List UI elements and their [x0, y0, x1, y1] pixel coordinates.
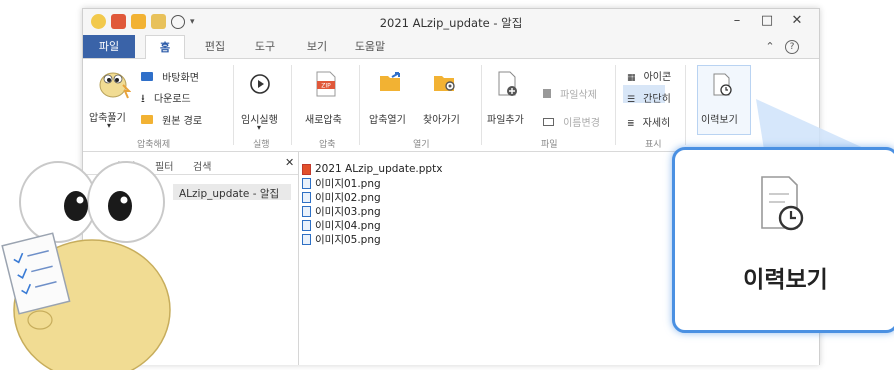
tab-edit[interactable]: 편집 — [195, 35, 235, 58]
png-file-icon — [302, 177, 311, 189]
desktop-label: 바탕화면 — [162, 73, 199, 84]
delete-file-label: 파일삭제 — [560, 90, 597, 101]
title-bar: ▾ 2021 ALzip_update - 알집 – □ ✕ — [83, 9, 819, 35]
pptx-file-icon — [302, 163, 311, 175]
source-folder-icon — [141, 115, 153, 124]
add-file-button[interactable] — [497, 71, 519, 101]
rename-label: 이름변경 — [563, 118, 600, 129]
icon-view-label: 아이콘 — [643, 72, 672, 83]
file-name: 이미지01.png — [315, 177, 381, 190]
minimize-button[interactable]: – — [727, 13, 747, 28]
file-name: 이미지04.png — [315, 219, 381, 232]
desktop-button[interactable]: 바탕화면 — [141, 66, 199, 85]
ribbon-tabs: 파일 홈 편집 도구 보기 도움말 ⌃ ? — [83, 35, 819, 60]
extract-mascot-icon — [99, 72, 132, 99]
temp-run-dropdown-icon[interactable]: ▾ — [257, 123, 261, 132]
open-folder-arrow-icon — [380, 72, 400, 91]
png-file-icon — [302, 233, 311, 245]
group-extract-label: 압축해제 — [137, 140, 171, 150]
file-name: 이미지05.png — [315, 233, 381, 246]
folder-search-icon — [434, 76, 455, 91]
icon-view-button[interactable]: ▦ 아이콘 — [627, 65, 671, 84]
group-run-label: 실행 — [253, 140, 270, 150]
rename-icon — [543, 117, 554, 126]
rename-button[interactable]: 이름변경 — [543, 111, 600, 130]
maximize-button[interactable]: □ — [757, 13, 777, 28]
history-icon — [713, 73, 732, 96]
png-file-icon — [302, 219, 311, 231]
file-row[interactable]: 이미지01.png — [302, 176, 442, 190]
play-circle-icon — [250, 74, 270, 94]
simple-view-item: ☰ 간단히 — [627, 87, 671, 106]
temp-run-button[interactable] — [249, 73, 271, 99]
open-zip-label[interactable]: 압축열기 — [369, 111, 406, 126]
delete-file-button[interactable]: 파일삭제 — [543, 83, 597, 102]
tab-tools[interactable]: 도구 — [245, 35, 285, 58]
find-label[interactable]: 찾아가기 — [423, 111, 460, 126]
new-zip-label[interactable]: 새로압축 — [305, 111, 342, 126]
file-name: 2021 ALzip_update.pptx — [315, 163, 443, 175]
file-row[interactable]: 이미지04.png — [302, 218, 442, 232]
file-row[interactable]: 2021 ALzip_update.pptx — [302, 162, 442, 176]
extract-button[interactable] — [95, 65, 132, 99]
history-label: 이력보기 — [701, 115, 738, 126]
find-button[interactable] — [433, 71, 457, 97]
zip-file-icon: ZIP — [316, 71, 336, 97]
add-file-icon — [498, 71, 517, 96]
ribbon-separator — [481, 65, 482, 145]
group-view-label: 표시 — [645, 140, 662, 150]
download-icon: ⭳ — [141, 92, 145, 105]
close-button[interactable]: ✕ — [787, 13, 807, 28]
tab-file[interactable]: 파일 — [83, 35, 135, 58]
file-name: 이미지03.png — [315, 205, 381, 218]
window-title: 2021 ALzip_update - 알집 — [379, 16, 523, 30]
file-name: 이미지02.png — [315, 191, 381, 204]
help-icon[interactable]: ? — [785, 40, 799, 54]
new-zip-button[interactable]: ZIP — [315, 71, 337, 101]
tab-view[interactable]: 보기 — [297, 35, 337, 58]
source-path-label: 원본 경로 — [162, 116, 203, 127]
collapse-ribbon-icon[interactable]: ⌃ — [763, 35, 777, 58]
file-row[interactable]: 이미지03.png — [302, 204, 442, 218]
ribbon-separator — [615, 65, 616, 145]
group-open-label: 열기 — [413, 140, 430, 150]
ribbon: 압축풀기 ▾ 바탕화면 ⭳ 다운로드 원본 경로 압축해제 임시실행 ▾ 실행 — [83, 59, 819, 152]
extract-dropdown-icon[interactable]: ▾ — [107, 121, 111, 130]
pane-close-button[interactable]: ✕ — [285, 156, 294, 169]
monitor-icon — [141, 72, 153, 81]
ribbon-separator — [359, 65, 360, 145]
download-label: 다운로드 — [153, 94, 191, 105]
list-icon: ☰ — [627, 95, 636, 105]
tab-help[interactable]: 도움말 — [345, 35, 395, 58]
source-path-button[interactable]: 원본 경로 — [141, 109, 202, 128]
trash-icon — [543, 89, 551, 98]
history-large-icon — [761, 176, 804, 231]
ribbon-separator — [291, 65, 292, 145]
history-zoom-label: 이력보기 — [743, 267, 828, 293]
details-icon: ≣ — [627, 119, 635, 129]
ribbon-separator — [685, 65, 686, 145]
tab-home[interactable]: 홈 — [145, 35, 185, 60]
simple-view-label: 간단히 — [643, 94, 671, 105]
png-file-icon — [302, 205, 311, 217]
file-row[interactable]: 이미지05.png — [302, 232, 442, 246]
detail-view-button[interactable]: ≣ 자세히 — [627, 111, 670, 130]
alzip-mascot-icon — [1, 161, 171, 370]
ribbon-separator — [233, 65, 234, 145]
png-file-icon — [302, 191, 311, 203]
open-zip-button[interactable] — [379, 71, 403, 97]
file-list: 2021 ALzip_update.pptx 이미지01.png 이미지02.p… — [302, 162, 442, 246]
history-zoom-callout: 이력보기 — [672, 147, 894, 333]
file-row[interactable]: 이미지02.png — [302, 190, 442, 204]
grid-icon: ▦ — [627, 73, 636, 83]
group-file-label: 파일 — [541, 140, 558, 150]
download-button[interactable]: ⭳ 다운로드 — [141, 87, 191, 109]
zip-badge-text: ZIP — [321, 83, 331, 90]
add-file-label[interactable]: 파일추가 — [487, 111, 524, 126]
detail-view-label: 자세히 — [642, 118, 671, 129]
group-zip-label: 압축 — [319, 140, 336, 150]
